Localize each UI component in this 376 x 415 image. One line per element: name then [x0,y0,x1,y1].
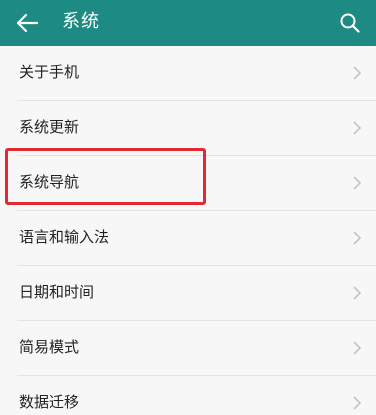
settings-item-label: 简易模式 [19,338,80,356]
settings-item-label: 日期和时间 [19,283,95,301]
search-icon [340,13,360,33]
chevron-right-icon [353,341,362,355]
settings-item-language-input[interactable]: 语言和输入法 [0,211,376,266]
chevron-right-icon [353,231,362,245]
settings-screen: 系统 关于手机 系统更新 系统导航 语言和输入法 日期和时间 简易模式 数据迁移 [0,0,376,415]
chevron-right-icon [353,176,362,190]
settings-item-label: 数据迁移 [19,393,80,411]
settings-item-label: 关于手机 [19,63,80,81]
settings-item-data-migration[interactable]: 数据迁移 [0,376,376,415]
settings-item-label: 系统更新 [19,118,80,136]
app-bar: 系统 [0,0,376,46]
settings-list: 关于手机 系统更新 系统导航 语言和输入法 日期和时间 简易模式 数据迁移 [0,46,376,415]
search-button[interactable] [332,5,368,41]
settings-item-about-phone[interactable]: 关于手机 [0,46,376,101]
chevron-right-icon [353,396,362,410]
settings-item-system-update[interactable]: 系统更新 [0,101,376,156]
settings-item-label: 系统导航 [19,173,80,191]
settings-item-date-time[interactable]: 日期和时间 [0,266,376,321]
chevron-right-icon [353,121,362,135]
chevron-right-icon [353,66,362,80]
settings-item-simple-mode[interactable]: 简易模式 [0,321,376,376]
back-button[interactable] [10,5,46,41]
settings-item-system-navigation[interactable]: 系统导航 [0,156,376,211]
settings-item-label: 语言和输入法 [19,228,110,246]
chevron-right-icon [353,286,362,300]
page-title: 系统 [62,11,100,32]
arrow-left-icon [16,13,39,33]
